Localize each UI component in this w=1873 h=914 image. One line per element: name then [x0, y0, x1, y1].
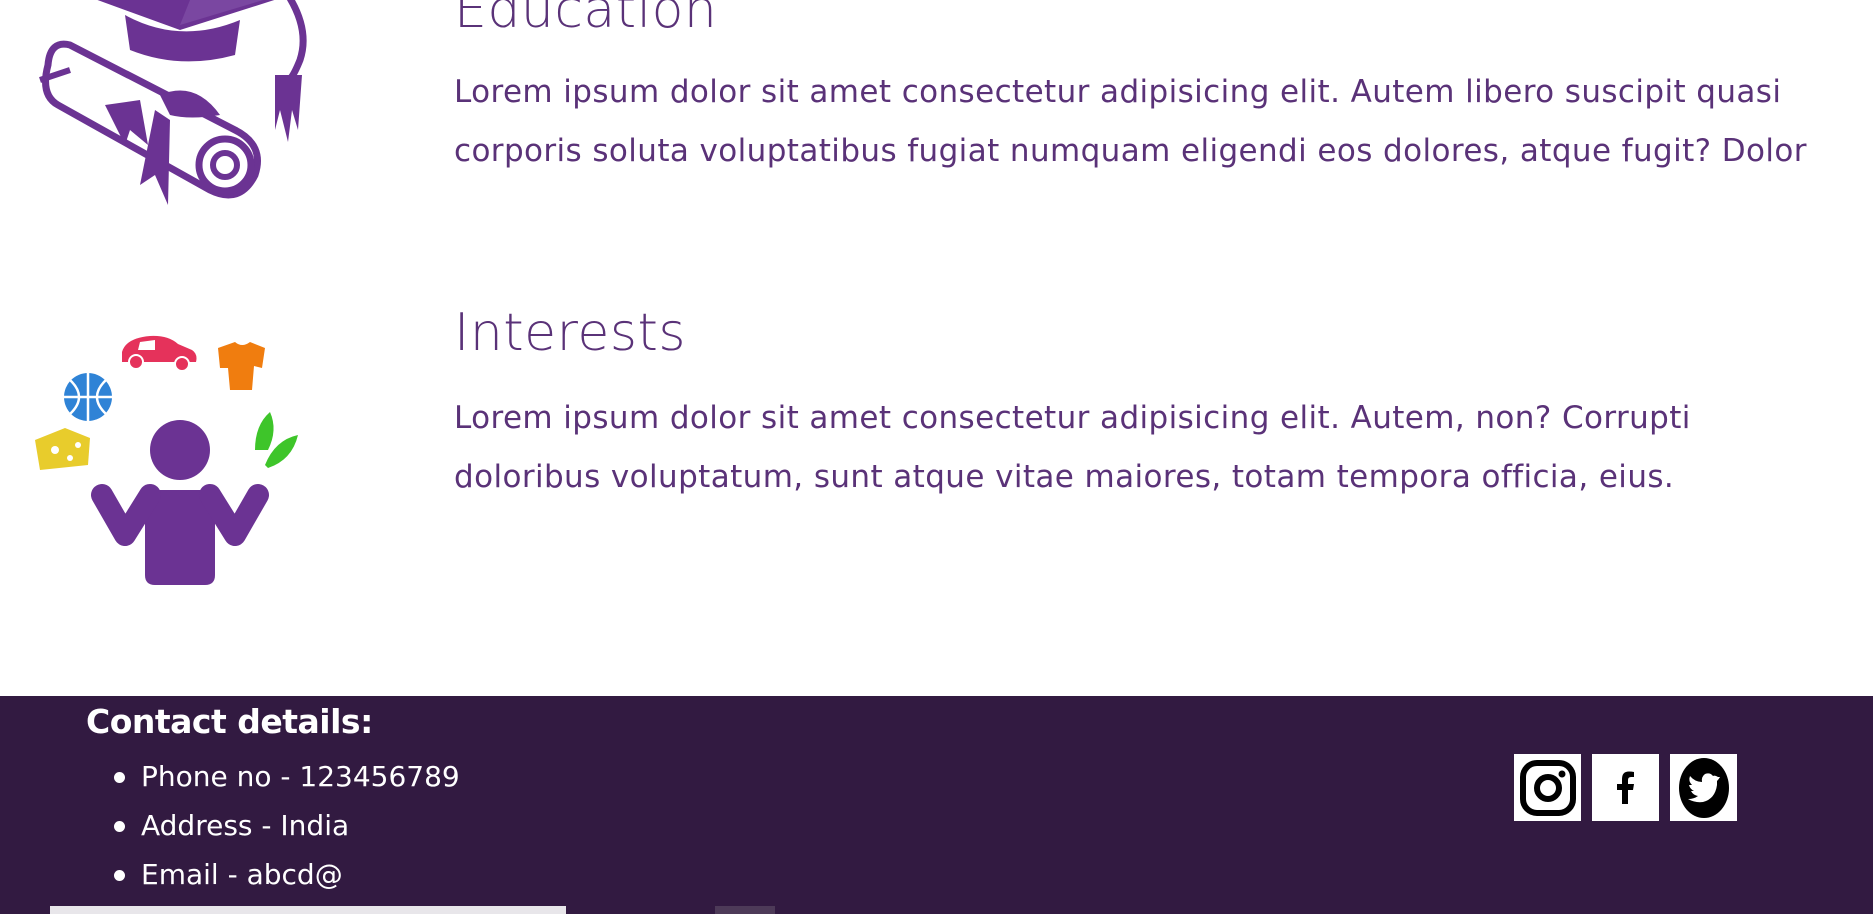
education-text-line: corporis soluta voluptatibus fugiat numq…: [454, 133, 1807, 169]
contact-list: Phone no - 123456789 Address - India Ema…: [86, 756, 460, 903]
interests-description: Lorem ipsum dolor sit amet consectetur a…: [454, 389, 1869, 507]
contact-details-heading: Contact details:: [86, 702, 373, 741]
facebook-link[interactable]: [1592, 754, 1659, 821]
contact-phone: Phone no - 123456789: [114, 756, 460, 805]
facebook-icon: [1606, 768, 1646, 808]
twitter-link[interactable]: [1670, 754, 1737, 821]
footer: Contact details: Phone no - 123456789 Ad…: [0, 696, 1873, 914]
interests-text-line: Lorem ipsum dolor sit amet consectetur a…: [454, 400, 1691, 436]
juggling-person-icon: [30, 330, 330, 600]
interests-section: Interests Lorem ipsum dolor sit amet con…: [0, 290, 1873, 620]
instagram-icon: [1519, 759, 1576, 816]
education-text-line: Lorem ipsum dolor sit amet consectetur a…: [454, 74, 1782, 110]
interests-text-line: doloribus voluptatum, sunt atque vitae m…: [454, 459, 1675, 495]
education-description: Lorem ipsum dolor sit amet consectetur a…: [454, 63, 1869, 181]
scrollbar-thumb[interactable]: [715, 906, 775, 914]
instagram-link[interactable]: [1514, 754, 1581, 821]
interests-title: Interests: [454, 303, 686, 363]
page: Education Lorem ipsum dolor sit amet con…: [0, 0, 1873, 914]
education-title: Education: [454, 0, 718, 40]
social-links: [1514, 754, 1737, 821]
contact-email: Email - abcd@: [114, 854, 460, 903]
contact-address: Address - India: [114, 805, 460, 854]
graduation-cap-diploma-icon: [30, 0, 330, 250]
scrollbar-track: [50, 906, 566, 914]
education-section: Education Lorem ipsum dolor sit amet con…: [0, 0, 1873, 260]
twitter-icon: [1673, 757, 1735, 819]
